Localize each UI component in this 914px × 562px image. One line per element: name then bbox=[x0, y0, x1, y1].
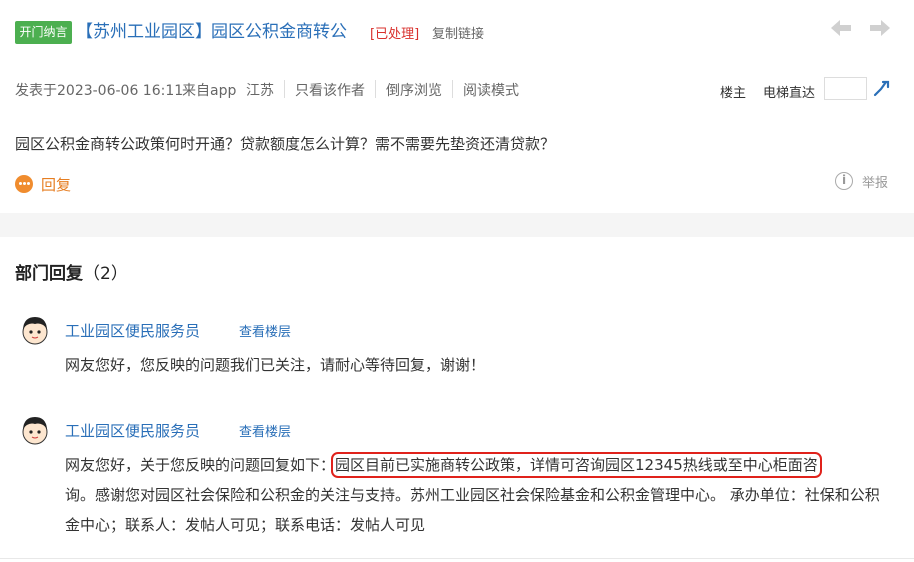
reply-text-prefix: 网友您好，关于您反映的问题回复如下： bbox=[65, 456, 336, 474]
floor-input[interactable] bbox=[824, 77, 867, 100]
arrow-left-icon[interactable] bbox=[827, 16, 855, 44]
section-divider bbox=[0, 213, 914, 237]
status-badge: [已处理] bbox=[370, 27, 420, 42]
view-floor-link[interactable]: 查看楼层 bbox=[239, 321, 291, 340]
post-question: 园区公积金商转公政策何时开通？贷款额度怎么计算？需不需要先垫资还清贷款？ bbox=[15, 135, 556, 153]
meta-separator bbox=[452, 80, 453, 98]
area-tag[interactable]: 【苏州工业园区】 bbox=[76, 20, 212, 44]
replies-count: （2） bbox=[83, 264, 128, 284]
replier-name[interactable]: 工业园区便民服务员 bbox=[65, 320, 200, 341]
reply-text: 网友您好，您反映的问题我们已关注，请耐心等待回复，谢谢！ bbox=[65, 356, 486, 374]
replies-section-title: 部门回复（2） bbox=[15, 259, 128, 284]
view-floor-link[interactable]: 查看楼层 bbox=[239, 421, 291, 440]
reverse-order-link[interactable]: 倒序浏览 bbox=[386, 80, 442, 100]
reply-bubble-icon[interactable] bbox=[15, 175, 33, 193]
post-location: 江苏 bbox=[246, 83, 274, 99]
avatar-icon bbox=[18, 313, 52, 347]
meta-separator bbox=[375, 80, 376, 98]
author-only-link[interactable]: 只看该作者 bbox=[295, 80, 365, 100]
copy-link-button[interactable]: 复制链接 bbox=[432, 23, 484, 42]
report-button[interactable]: 举报 bbox=[862, 172, 888, 191]
jump-icon[interactable] bbox=[872, 78, 892, 98]
reply-button[interactable]: 回复 bbox=[41, 174, 71, 195]
category-badge[interactable]: 开门纳言 bbox=[15, 21, 72, 44]
arrow-right-icon[interactable] bbox=[866, 16, 894, 44]
read-mode-link[interactable]: 阅读模式 bbox=[463, 80, 519, 100]
meta-separator bbox=[284, 80, 285, 98]
replies-section-label: 部门回复 bbox=[15, 264, 83, 284]
elevator-label: 电梯直达 bbox=[763, 86, 816, 101]
thread-title: 园区公积金商转公 bbox=[211, 22, 347, 42]
highlighted-reply-text: 园区目前已实施商转公政策，详情可咨询园区12345热线或至中心柜面咨 bbox=[331, 452, 822, 478]
post-source: 来自app bbox=[182, 83, 237, 99]
floor-label: 楼主 bbox=[720, 86, 747, 101]
info-icon[interactable]: i bbox=[835, 172, 853, 190]
bottom-divider bbox=[0, 558, 914, 559]
reply-text-line: 网友您好，关于您反映的问题回复如下：园区目前已实施商转公政策，详情可咨询园区12… bbox=[65, 450, 822, 480]
post-time: 发表于2023-06-06 16:11 bbox=[15, 83, 184, 99]
reply-text-continued: 询。感谢您对园区社会保险和公积金的关注与支持。苏州工业园区社会保险基金和公积金管… bbox=[65, 486, 880, 534]
replier-name[interactable]: 工业园区便民服务员 bbox=[65, 420, 200, 441]
avatar-icon bbox=[18, 413, 52, 447]
